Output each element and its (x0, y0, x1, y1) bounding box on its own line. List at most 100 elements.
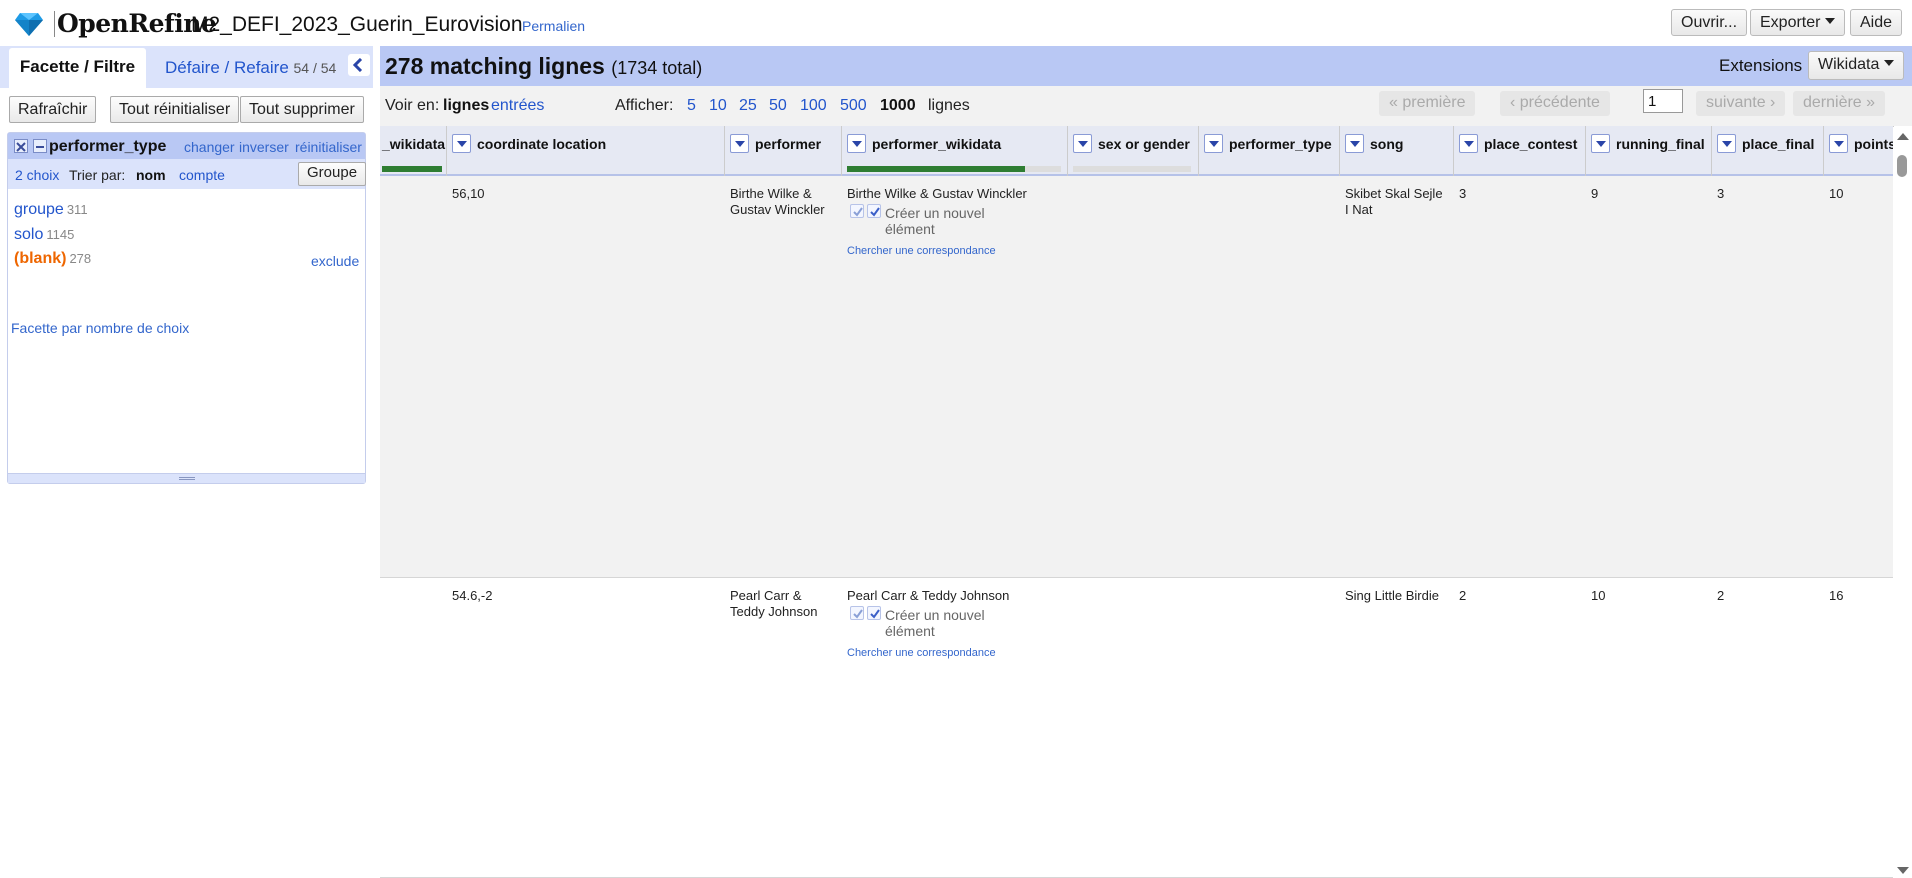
next-page-button[interactable]: suivante › (1696, 91, 1786, 116)
reset-all-button[interactable]: Tout réinitialiser (110, 96, 240, 123)
create-new-item-link[interactable]: Créer un nouvel élément (885, 607, 1005, 639)
header-performer-wikidata[interactable]: performer_wikidata (842, 126, 1068, 176)
match-one-check-icon[interactable] (867, 204, 881, 218)
page-size-10[interactable]: 10 (709, 97, 727, 115)
facet-choice-solo[interactable]: solo 1145 (14, 226, 74, 244)
create-new-item-link[interactable]: Créer un nouvel élément (885, 205, 1005, 237)
header-place-final[interactable]: place_final (1712, 126, 1824, 176)
facet-choice-groupe[interactable]: groupe 311 (14, 201, 88, 219)
column-menu-dropdown-icon[interactable] (1591, 134, 1610, 153)
choice-label[interactable]: (blank) (14, 250, 66, 267)
cell-coordinate[interactable]: 56,10 (452, 186, 485, 202)
search-match-link[interactable]: Chercher une correspondance (847, 647, 996, 659)
header-wikidata[interactable]: _wikidata (380, 126, 447, 176)
page-size-500[interactable]: 500 (840, 97, 867, 115)
view-bar: Voir en: lignes entrées Afficher: 5 10 2… (380, 86, 1912, 126)
header-sex-or-gender[interactable]: sex or gender (1068, 126, 1199, 176)
header-place-contest[interactable]: place_contest (1454, 126, 1586, 176)
facet-reset-link[interactable]: réinitialiser (295, 139, 362, 155)
header-performer[interactable]: performer (725, 126, 842, 176)
last-page-button[interactable]: dernière » (1793, 91, 1886, 116)
header-performer-type[interactable]: performer_type (1199, 126, 1340, 176)
permalink-link[interactable]: Permalien (522, 18, 585, 34)
facet-by-count-link[interactable]: Facette par nombre de choix (11, 320, 189, 336)
column-menu-dropdown-icon[interactable] (730, 134, 749, 153)
column-menu-dropdown-icon[interactable] (1829, 134, 1848, 153)
cell-place-contest[interactable]: 3 (1459, 186, 1466, 202)
tab-undo-redo[interactable]: Défaire / Refaire 54 / 54 (165, 58, 336, 78)
column-menu-dropdown-icon[interactable] (1717, 134, 1736, 153)
previous-page-button[interactable]: ‹ précédente (1500, 91, 1610, 116)
search-match-link[interactable]: Chercher une correspondance (847, 245, 996, 257)
column-menu-dropdown-icon[interactable] (1459, 134, 1478, 153)
page-size-5[interactable]: 5 (687, 97, 696, 115)
page-size-1000[interactable]: 1000 (880, 97, 916, 115)
cell-points[interactable]: 10 (1829, 186, 1843, 202)
match-all-check-icon[interactable] (850, 606, 864, 620)
column-menu-dropdown-icon[interactable] (452, 134, 471, 153)
cell-place-final[interactable]: 3 (1717, 186, 1724, 202)
first-page-button[interactable]: « première (1379, 91, 1476, 116)
column-menu-dropdown-icon[interactable] (847, 134, 866, 153)
cell-place-contest[interactable]: 2 (1459, 588, 1466, 604)
cell-performer-wikidata[interactable]: Pearl Carr & Teddy Johnson (847, 588, 1065, 604)
tab-facet-filter[interactable]: Facette / Filtre (9, 48, 146, 88)
view-records-link[interactable]: entrées (491, 97, 544, 115)
page-number-input[interactable] (1643, 89, 1683, 113)
scrollbar-thumb[interactable] (1897, 155, 1907, 177)
minimize-icon[interactable] (33, 139, 47, 153)
header-coordinate-location[interactable]: coordinate location (447, 126, 725, 176)
help-button[interactable]: Aide (1850, 9, 1903, 36)
export-button[interactable]: Exporter (1750, 9, 1846, 36)
column-menu-dropdown-icon[interactable] (1073, 134, 1092, 153)
cell-performer-wikidata[interactable]: Birthe Wilke & Gustav Winckler (847, 186, 1065, 202)
recon-progress-fill (382, 166, 442, 172)
view-rows[interactable]: lignes (443, 97, 489, 115)
close-icon[interactable] (14, 139, 28, 153)
facet-resize-handle[interactable] (8, 473, 365, 483)
cell-performer[interactable]: Birthe Wilke & Gustav Winckler (730, 186, 838, 218)
remove-all-button[interactable]: Tout supprimer (240, 96, 364, 123)
cell-place-final[interactable]: 2 (1717, 588, 1724, 604)
page-size-50[interactable]: 50 (769, 97, 787, 115)
chevron-down-icon (1884, 60, 1895, 66)
logo-divider (54, 11, 55, 37)
exclude-link[interactable]: exclude (311, 253, 359, 269)
scroll-up-arrow-icon[interactable] (1897, 133, 1909, 140)
sort-by-name[interactable]: nom (136, 167, 166, 183)
cell-running-final[interactable]: 10 (1591, 588, 1605, 604)
diamond-icon[interactable] (14, 11, 44, 37)
header-song[interactable]: song (1340, 126, 1454, 176)
header-points[interactable]: points (1824, 126, 1894, 176)
page-size-25[interactable]: 25 (739, 97, 757, 115)
match-all-check-icon[interactable] (850, 204, 864, 218)
refresh-button[interactable]: Rafraîchir (9, 96, 97, 123)
column-menu-dropdown-icon[interactable] (1345, 134, 1364, 153)
match-one-check-icon[interactable] (867, 606, 881, 620)
wikidata-menu-button[interactable]: Wikidata (1808, 51, 1905, 80)
cell-points[interactable]: 16 (1829, 588, 1843, 604)
header-running-final[interactable]: running_final (1586, 126, 1712, 176)
cell-song[interactable]: Skibet Skal Sejle I Nat (1345, 186, 1445, 218)
facet-choice-blank[interactable]: (blank) 278 (14, 250, 91, 268)
cell-coordinate[interactable]: 54.6,-2 (452, 588, 492, 604)
group-button[interactable]: Groupe (298, 162, 367, 186)
cell-song[interactable]: Sing Little Birdie (1345, 588, 1450, 604)
table-header: _wikidata coordinate location performer … (380, 126, 1894, 176)
open-button[interactable]: Ouvrir... (1671, 9, 1748, 36)
scroll-down-arrow-icon[interactable] (1897, 867, 1909, 874)
sort-by-count-link[interactable]: compte (179, 167, 225, 183)
project-name[interactable]: M2_DEFI_2023_Guerin_Eurovision (191, 13, 523, 37)
choice-label[interactable]: solo (14, 226, 43, 243)
choice-count: 311 (66, 202, 88, 217)
vertical-scrollbar[interactable] (1893, 127, 1912, 878)
choices-count-link[interactable]: 2 choix (15, 167, 59, 183)
collapse-panel-button[interactable] (348, 54, 370, 76)
cell-performer[interactable]: Pearl Carr & Teddy Johnson (730, 588, 838, 620)
column-menu-dropdown-icon[interactable] (1204, 134, 1223, 153)
cell-running-final[interactable]: 9 (1591, 186, 1598, 202)
choice-label[interactable]: groupe (14, 201, 64, 218)
page-size-100[interactable]: 100 (800, 97, 827, 115)
facet-change-link[interactable]: changer (184, 139, 235, 155)
facet-invert-link[interactable]: inverser (239, 139, 289, 155)
